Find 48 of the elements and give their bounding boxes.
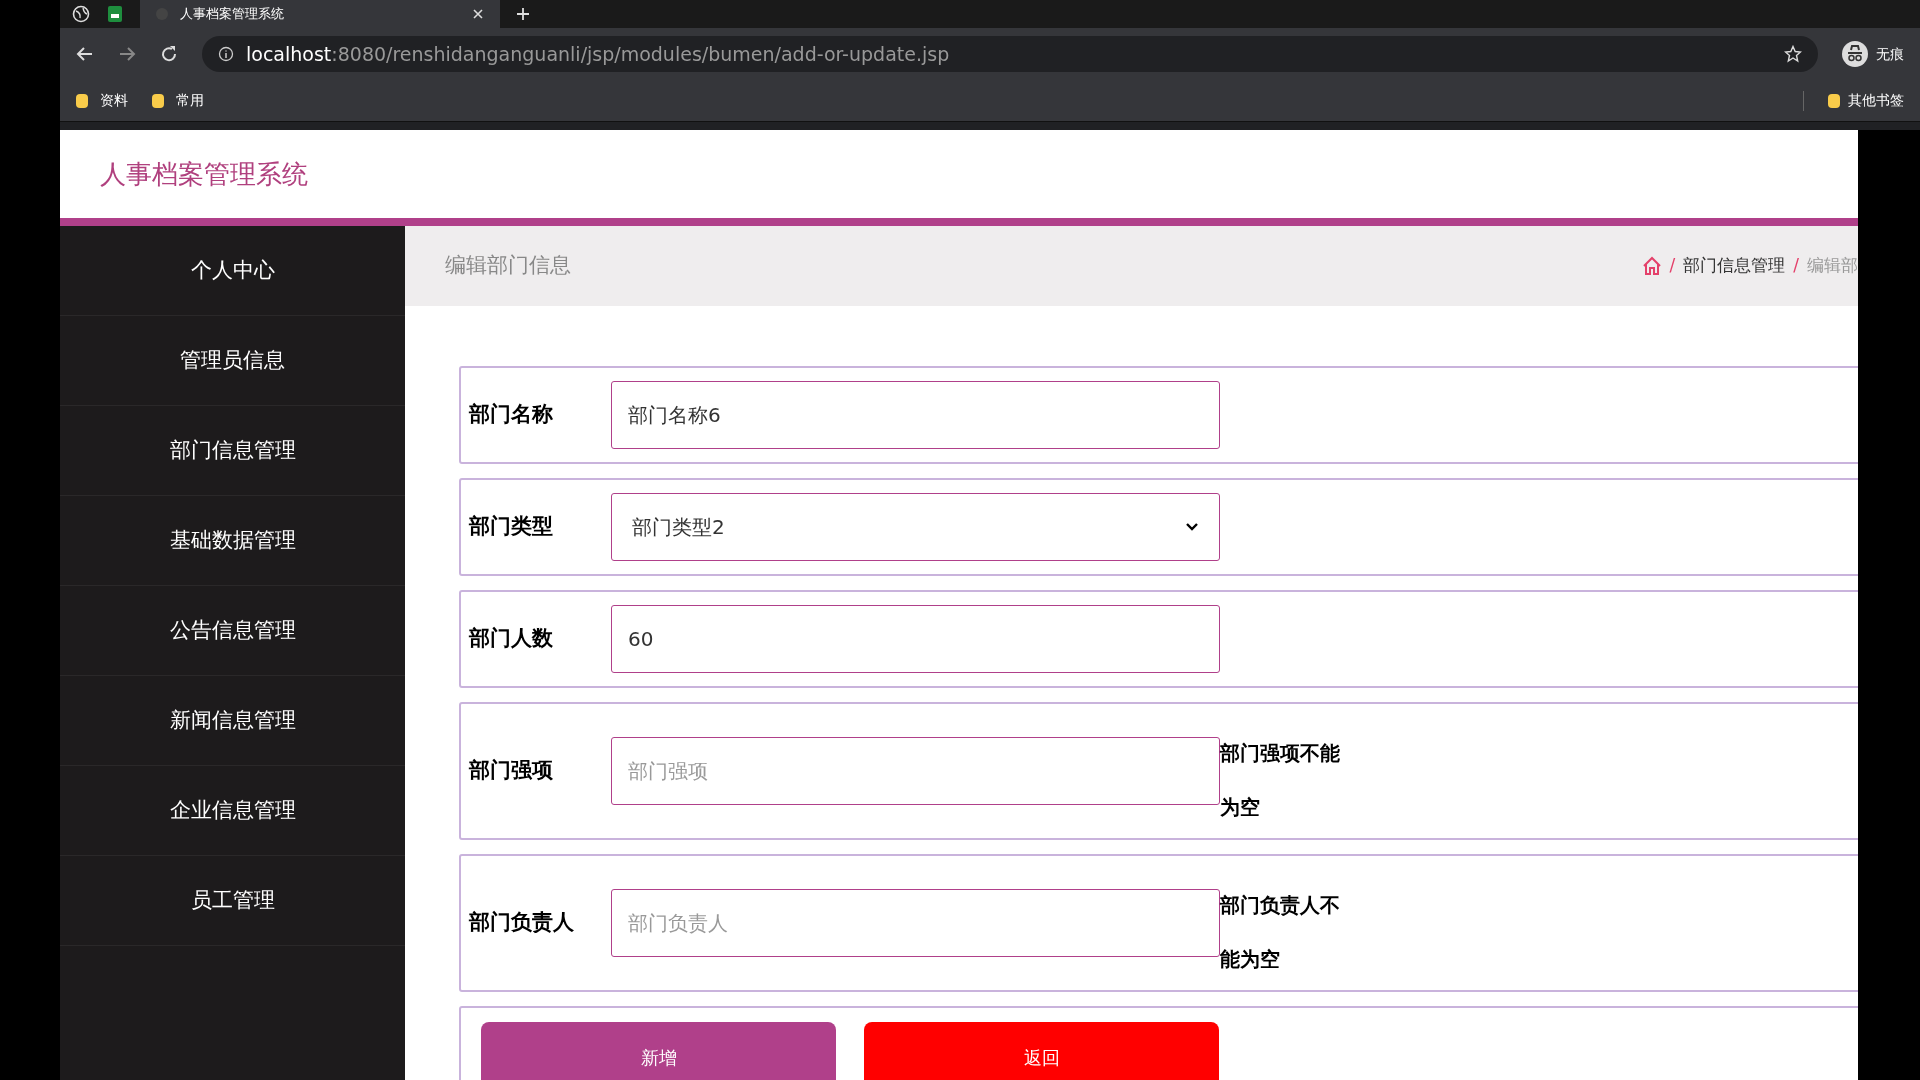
- close-icon[interactable]: [472, 8, 484, 20]
- reload-icon[interactable]: [160, 45, 178, 63]
- sidebar-item[interactable]: 公告信息管理: [60, 586, 405, 676]
- sidebar-item[interactable]: 管理员信息: [60, 316, 405, 406]
- bookmark-item[interactable]: 其他书签: [1828, 90, 1904, 111]
- back-icon[interactable]: [76, 45, 94, 63]
- breadcrumb-separator: /: [1669, 254, 1676, 278]
- home-icon[interactable]: [1641, 256, 1662, 276]
- sidebar-item[interactable]: 企业信息管理: [60, 766, 405, 856]
- select-field[interactable]: 部门类型2: [611, 493, 1220, 561]
- folder-icon: [1828, 93, 1840, 108]
- breadcrumb-link[interactable]: 部门信息管理: [1683, 253, 1786, 279]
- breadcrumb-separator: /: [1793, 254, 1799, 278]
- bookmark-item[interactable]: 常用: [152, 90, 204, 111]
- globe-icon[interactable]: [72, 5, 90, 23]
- error-message: 部门强项不能为空: [1220, 740, 1341, 821]
- back-button[interactable]: 返回: [864, 1022, 1219, 1080]
- input-field[interactable]: 60: [611, 605, 1220, 673]
- add-button[interactable]: 新增: [481, 1022, 836, 1080]
- input-field[interactable]: 部门强项: [611, 737, 1220, 805]
- sidebar-item[interactable]: 员工管理: [60, 856, 405, 946]
- sidebar-item[interactable]: 部门信息管理: [60, 406, 405, 496]
- system-title: 人事档案管理系统: [100, 157, 308, 191]
- input-field[interactable]: 部门名称6: [611, 381, 1220, 449]
- field-label: 部门类型: [469, 513, 554, 541]
- field-label: 部门名称: [469, 401, 554, 429]
- field-label: 部门负责人: [469, 909, 575, 937]
- folder-icon: [76, 93, 88, 108]
- bookmark-item[interactable]: 资料: [76, 90, 128, 111]
- error-message: 部门负责人不能为空: [1220, 892, 1341, 973]
- page-title: 编辑部门信息: [445, 252, 571, 280]
- new-tab-icon[interactable]: [516, 7, 530, 21]
- star-icon[interactable]: [1784, 45, 1802, 63]
- sidebar-item[interactable]: 基础数据管理: [60, 496, 405, 586]
- forward-icon[interactable]: [118, 45, 136, 63]
- sheet-icon[interactable]: [106, 5, 124, 23]
- info-icon[interactable]: [218, 46, 234, 62]
- folder-icon: [152, 93, 164, 108]
- field-label: 部门人数: [469, 625, 554, 653]
- url-text: localhost:8080/renshidanganguanli/jsp/modules/bumen/add-or-update.jsp: [246, 41, 951, 67]
- sidebar-item[interactable]: 新闻信息管理: [60, 676, 405, 766]
- chevron-icon: [1185, 522, 1199, 532]
- field-label: 部门强项: [469, 757, 554, 785]
- address-bar[interactable]: localhost:8080/renshidanganguanli/jsp/modules/bumen/add-or-update.jsp: [202, 36, 1818, 72]
- incognito-icon[interactable]: [1842, 41, 1868, 67]
- input-field[interactable]: 部门负责人: [611, 889, 1220, 957]
- browser-tab[interactable]: 人事档案管理系统: [140, 0, 500, 28]
- profile-label[interactable]: 无痕: [1876, 43, 1904, 65]
